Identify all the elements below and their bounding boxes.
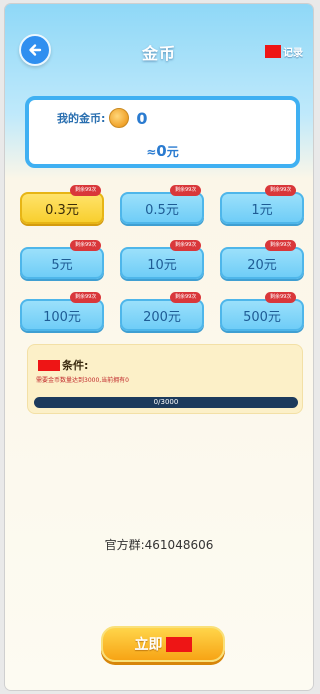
withdraw-condition-card: 条件: 需要金币数量达到3000,当前拥有0 0/3000 — [27, 344, 303, 414]
progress-bar: 0/3000 — [34, 397, 298, 408]
redaction-mark — [265, 45, 281, 58]
remaining-badge: 剩余99次 — [265, 292, 297, 303]
coin-row: 我的金币: 0 — [57, 108, 148, 128]
amount-label: 0.5元 — [145, 202, 179, 218]
page-title: 金币 — [141, 44, 176, 63]
record-link[interactable]: 记录 — [265, 44, 303, 59]
remaining-badge: 剩余99次 — [70, 292, 102, 303]
remaining-badge: 剩余99次 — [265, 240, 297, 251]
amount-label: 1元 — [251, 202, 273, 218]
amount-option[interactable]: 100元 — [20, 299, 104, 331]
remaining-badge: 剩余99次 — [170, 185, 202, 196]
amount-label: 500元 — [243, 309, 281, 325]
redaction-mark — [38, 359, 60, 371]
amount-label: 0.3元 — [45, 202, 79, 218]
official-group-text: 官方群:461048606 — [104, 538, 214, 552]
cta-label: 立即 — [134, 637, 163, 653]
remaining-badge: 剩余99次 — [70, 240, 102, 251]
amount-option[interactable]: 500元 — [220, 299, 304, 331]
amount-option[interactable]: 200元 — [120, 299, 204, 331]
coin-icon — [109, 108, 130, 128]
condition-title: 条件: — [38, 357, 88, 373]
amount-option[interactable]: 5元 — [20, 247, 104, 279]
approx-prefix: ≈ — [146, 145, 157, 159]
amount-option[interactable]: 0.5元 — [120, 192, 204, 224]
header: 金币 记录 — [5, 34, 313, 74]
approx-value: ≈0元 — [29, 142, 296, 160]
amount-label: 10元 — [147, 257, 177, 273]
approx-unit: 元 — [166, 145, 179, 159]
amount-label: 200元 — [143, 309, 181, 325]
amount-label: 20元 — [247, 257, 277, 273]
remaining-badge: 剩余99次 — [170, 240, 202, 251]
withdraw-now-button[interactable]: 立即 — [101, 626, 225, 662]
amount-label: 100元 — [43, 309, 81, 325]
approx-amount: 0 — [156, 142, 167, 160]
amount-option[interactable]: 1元 — [220, 192, 304, 224]
redaction-mark — [165, 636, 192, 652]
remaining-badge: 剩余99次 — [265, 185, 297, 196]
amount-option[interactable]: 20元 — [220, 247, 304, 279]
coin-balance-card: 我的金币: 0 ≈0元 — [25, 96, 300, 168]
record-label: 记录 — [283, 48, 303, 59]
remaining-badge: 剩余99次 — [170, 292, 202, 303]
amount-option[interactable]: 0.3元 — [20, 192, 104, 224]
coin-value: 0 — [136, 108, 148, 128]
coin-label: 我的金币: — [57, 112, 106, 125]
condition-title-text: 条件: — [62, 359, 89, 372]
amount-option[interactable]: 10元 — [120, 247, 204, 279]
remaining-badge: 剩余99次 — [70, 185, 102, 196]
amount-label: 5元 — [51, 257, 73, 273]
app-screen: 金币 记录 我的金币: 0 ≈0元 0.3元 剩余99次 0.5元 剩余99次 … — [5, 4, 313, 690]
condition-text: 需要金币数量达到3000,当前拥有0 — [36, 377, 129, 384]
progress-text: 0/3000 — [153, 398, 179, 406]
